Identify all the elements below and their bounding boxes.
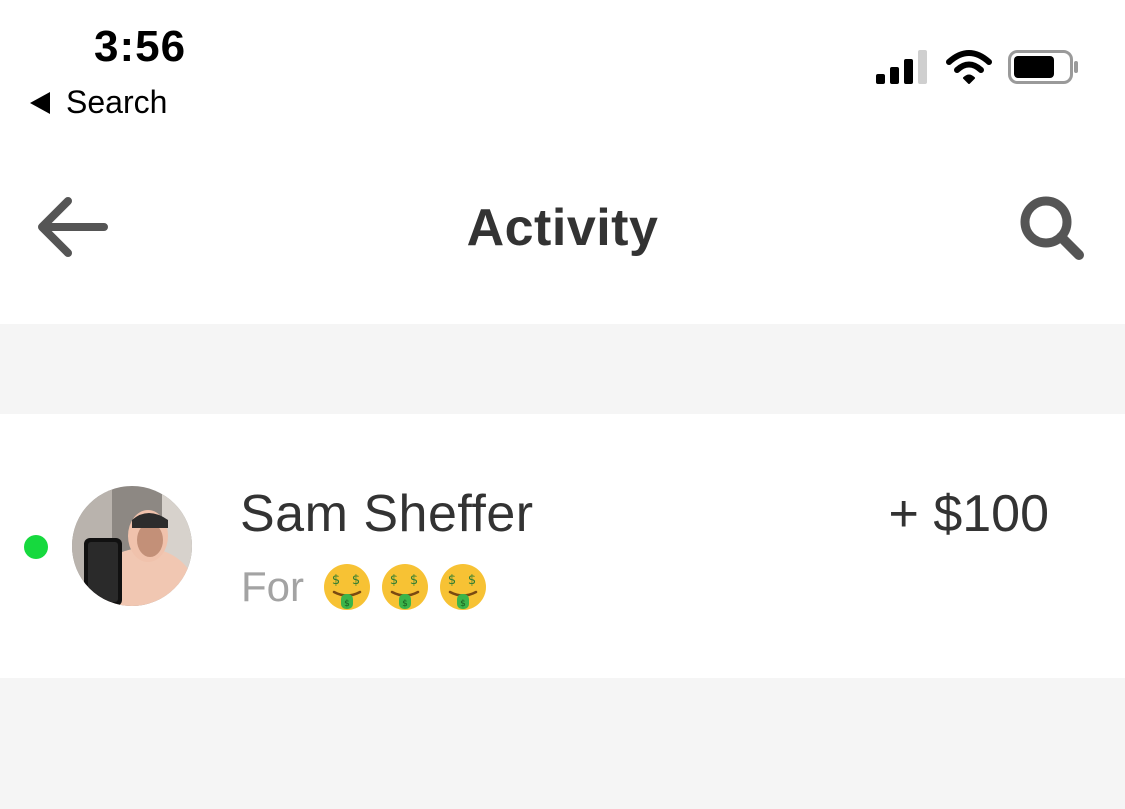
- svg-text:$: $: [448, 573, 456, 588]
- svg-text:$: $: [390, 573, 398, 588]
- status-time: 3:56: [94, 22, 187, 71]
- activity-screen: 3:56 Search Activity Sam Sheffer For $ $…: [0, 0, 1125, 809]
- page-title: Activity: [466, 199, 659, 257]
- back-to-app-link[interactable]: Search: [30, 84, 167, 121]
- svg-text:$: $: [460, 599, 466, 609]
- money-mouth-face-icon: $ $ $: [440, 564, 486, 610]
- svg-text:$: $: [344, 599, 350, 609]
- back-to-app-label: Search: [66, 84, 168, 120]
- avatar-photo: [72, 486, 192, 606]
- avatar[interactable]: [72, 486, 192, 606]
- svg-text:$: $: [468, 573, 476, 588]
- svg-text:$: $: [332, 573, 340, 588]
- contact-name: Sam Sheffer: [240, 485, 534, 543]
- payment-note: For $ $ $ $ $ $ $ $ $: [241, 562, 496, 612]
- note-prefix: For: [241, 563, 304, 610]
- svg-text:$: $: [352, 573, 360, 588]
- status-icons: [876, 50, 1080, 84]
- money-mouth-face-icon: $ $ $: [324, 564, 370, 610]
- svg-text:$: $: [410, 573, 418, 588]
- signal-icon: [876, 50, 927, 84]
- back-triangle-icon: [30, 91, 50, 114]
- wifi-icon: [946, 50, 992, 84]
- unread-indicator: [24, 535, 48, 559]
- svg-text:$: $: [402, 599, 408, 609]
- section-spacer-bottom: [0, 678, 1125, 809]
- search-icon: [1020, 196, 1084, 260]
- battery-icon: [1008, 50, 1078, 84]
- payment-amount: + $100: [888, 485, 1050, 543]
- section-spacer-top: [0, 324, 1125, 414]
- money-mouth-face-icon: $ $ $: [382, 564, 428, 610]
- search-button[interactable]: [1017, 193, 1087, 263]
